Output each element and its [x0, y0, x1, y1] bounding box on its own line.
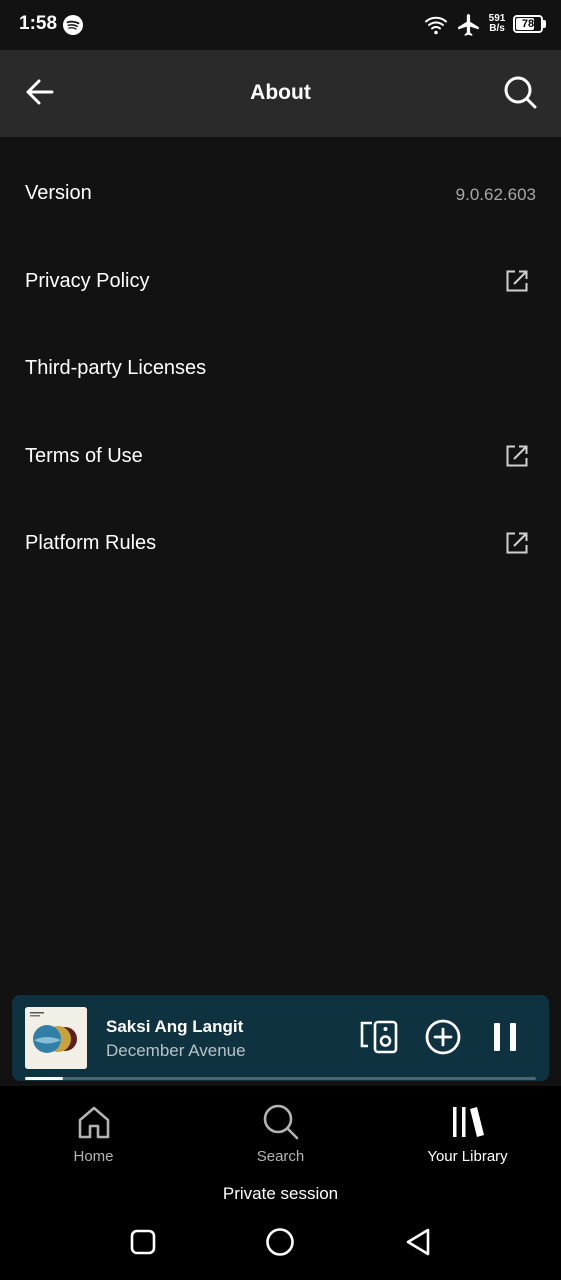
row-label: Terms of Use: [25, 444, 143, 467]
top-bar: About: [0, 50, 561, 137]
status-bar: 1:58 591 B/s 78: [0, 0, 561, 50]
network-speed-unit: B/s: [489, 23, 505, 34]
airplane-mode-icon: [456, 12, 482, 38]
nav-label-home: Home: [73, 1148, 114, 1165]
settings-row-terms-of-use[interactable]: Terms of Use: [0, 413, 561, 501]
page-title: About: [250, 81, 311, 104]
settings-row-platform-rules[interactable]: Platform Rules: [0, 500, 561, 588]
row-label: Privacy Policy: [25, 269, 150, 292]
nav-label-search: Search: [256, 1148, 305, 1165]
private-session-banner[interactable]: Private session: [0, 1180, 561, 1208]
spotify-icon: [62, 14, 84, 36]
search-icon: [261, 1102, 301, 1142]
status-time: 1:58: [19, 13, 58, 34]
nav-tab-home[interactable]: Home: [0, 1086, 187, 1180]
wifi-icon: [424, 13, 448, 37]
settings-list: Version 9.0.62.603 Privacy Policy Third-…: [0, 150, 561, 588]
external-link-icon: [505, 269, 529, 293]
nav-tab-search[interactable]: Search: [187, 1086, 374, 1180]
nav-tab-your-library[interactable]: Your Library: [374, 1086, 561, 1180]
track-title: Saksi Ang Langit: [106, 1017, 244, 1036]
mini-player[interactable]: Saksi Ang Langit December Avenue: [12, 995, 549, 1081]
add-to-library-button[interactable]: [421, 1017, 465, 1061]
playback-progress-fill: [25, 1077, 64, 1080]
row-label: Third-party Licenses: [25, 357, 207, 379]
row-label: Platform Rules: [25, 532, 157, 554]
battery-icon: 78: [513, 15, 543, 33]
row-label: Version: [25, 182, 92, 204]
connect-device-icon: [359, 1019, 399, 1060]
pause-button[interactable]: [483, 1017, 527, 1061]
settings-row-privacy-policy[interactable]: Privacy Policy: [0, 238, 561, 326]
network-speed: 591 B/s: [485, 14, 509, 34]
search-button[interactable]: [498, 72, 542, 116]
version-value: 9.0.62.603: [455, 185, 536, 204]
pause-icon: [490, 1021, 520, 1058]
battery-nub: [543, 20, 546, 28]
track-artist: December Avenue: [106, 1041, 246, 1060]
playback-progress-bar: [25, 1077, 536, 1080]
library-icon: [448, 1102, 488, 1142]
album-art: [25, 1007, 87, 1069]
back-system-button[interactable]: [396, 1222, 440, 1266]
search-icon: [502, 74, 538, 115]
external-link-icon: [505, 444, 529, 468]
add-circle-icon: [424, 1018, 462, 1061]
recents-button[interactable]: [121, 1222, 165, 1266]
home-system-button[interactable]: [258, 1222, 302, 1266]
recents-icon: [130, 1229, 156, 1260]
home-icon: [74, 1102, 114, 1142]
battery-level: 78: [521, 18, 535, 30]
external-link-icon: [505, 531, 529, 555]
system-nav-bar: [0, 1208, 561, 1280]
connect-device-button[interactable]: [357, 1017, 401, 1061]
nav-label-your-library: Your Library: [427, 1148, 508, 1165]
settings-row-third-party-licenses[interactable]: Third-party Licenses: [0, 325, 561, 413]
home-circle-icon: [265, 1227, 295, 1262]
settings-row-version[interactable]: Version 9.0.62.603: [0, 150, 561, 238]
bottom-nav: Home Search Your Library: [0, 1086, 561, 1180]
back-triangle-icon: [404, 1227, 432, 1262]
